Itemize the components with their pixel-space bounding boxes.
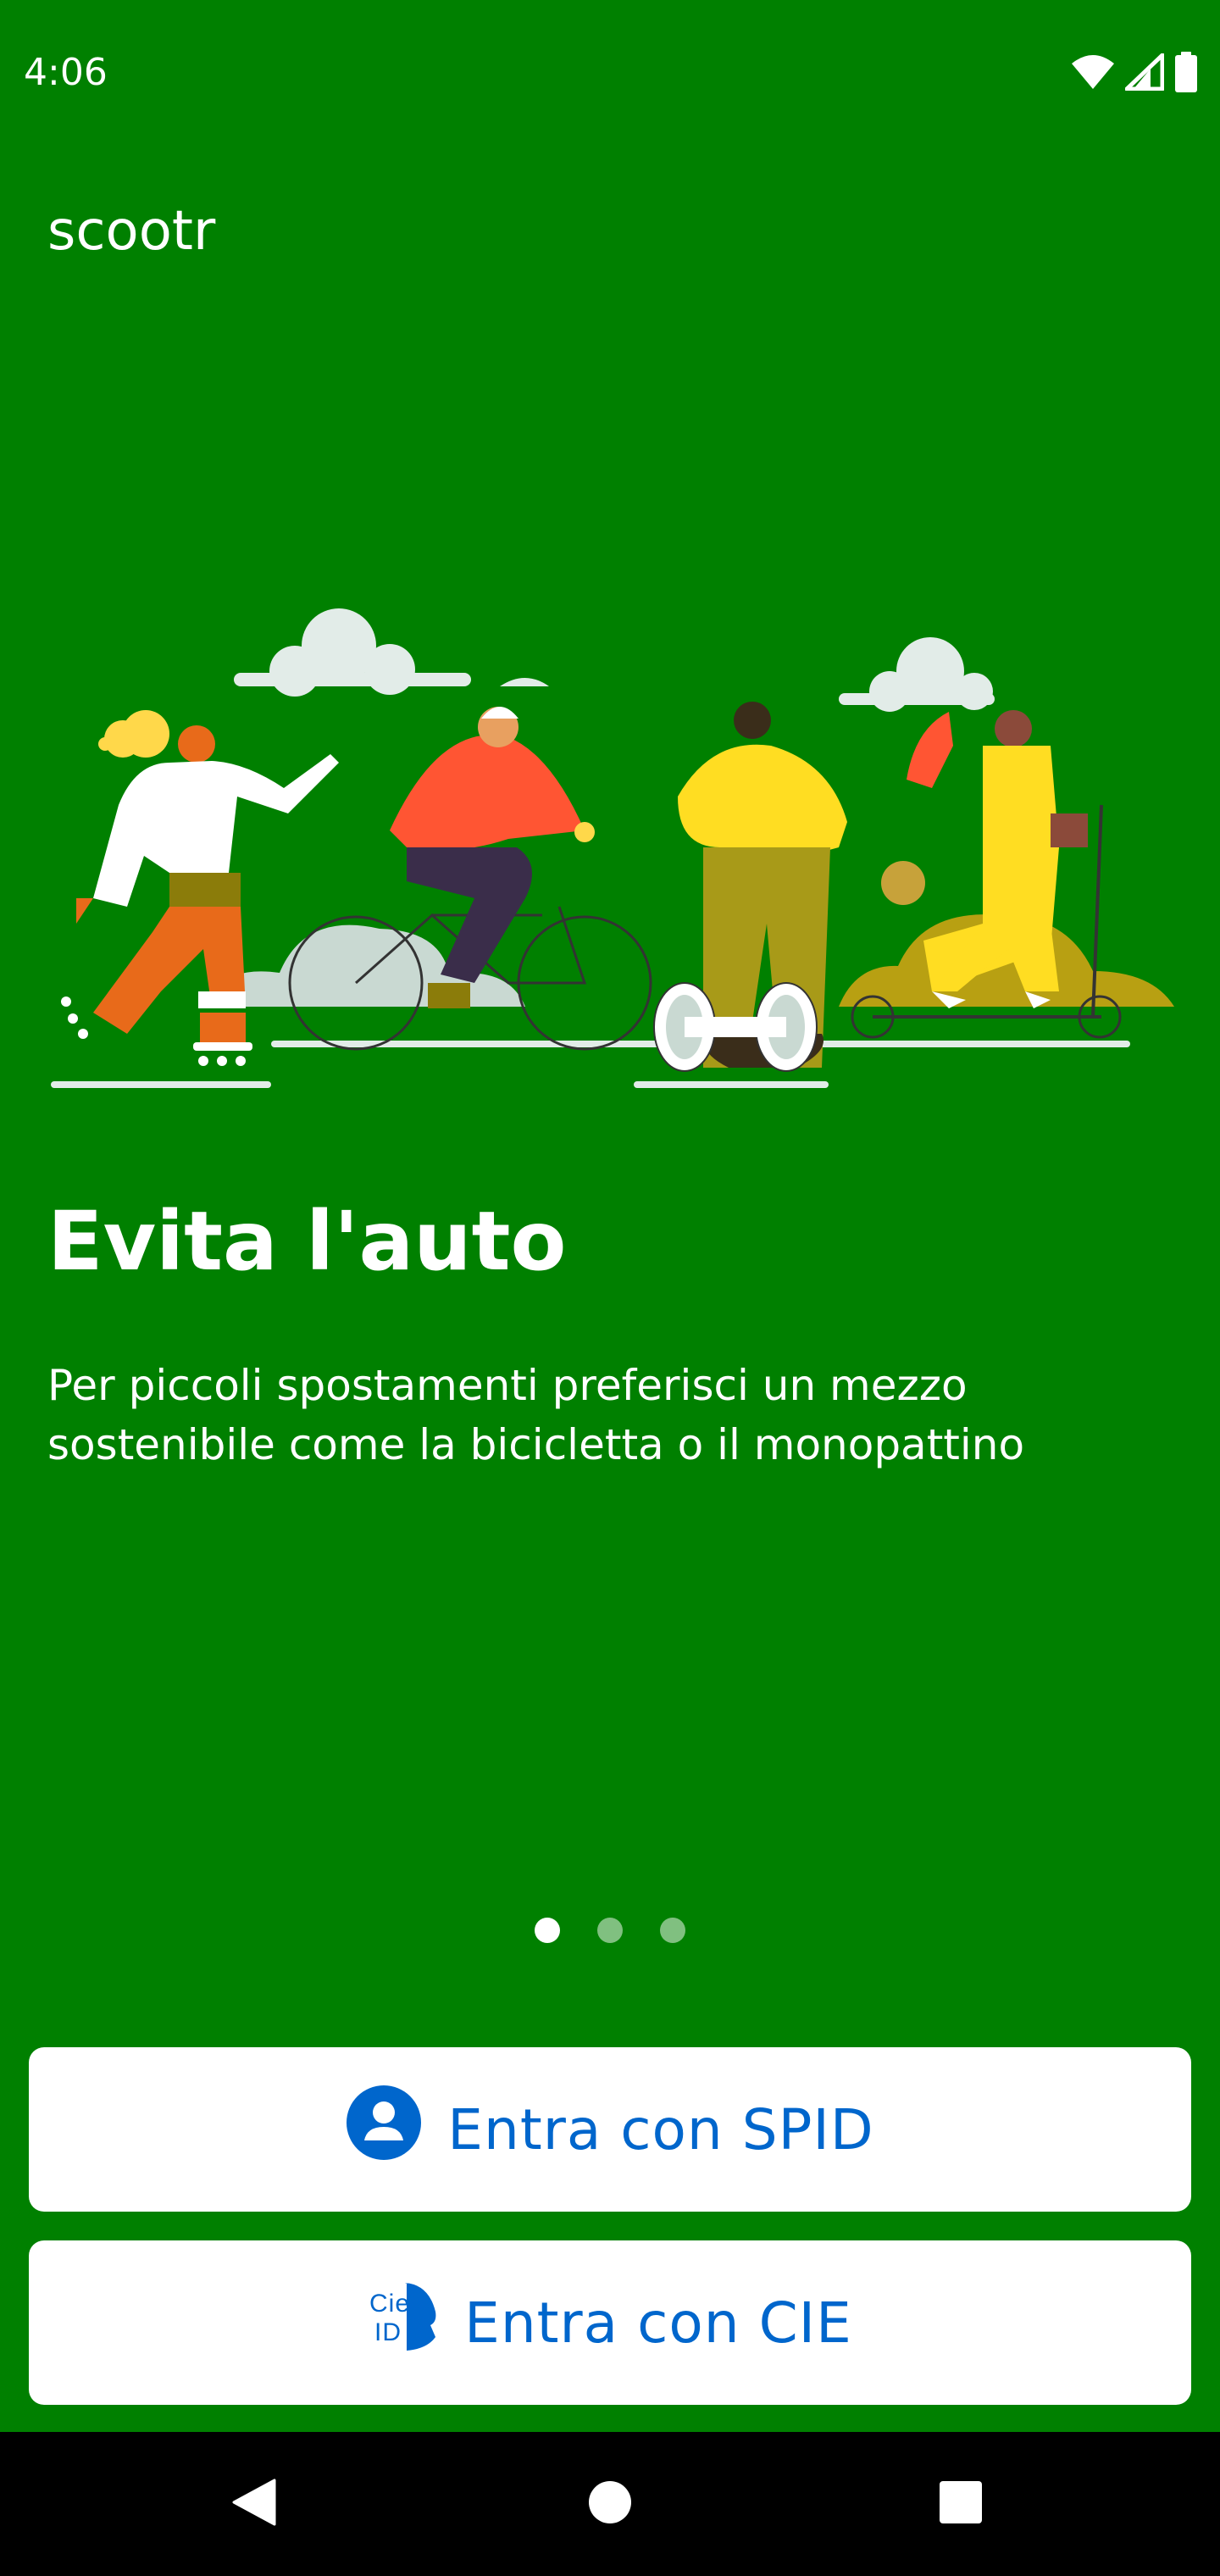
svg-text:Cie: Cie	[369, 2290, 410, 2318]
wifi-icon	[1071, 53, 1115, 91]
status-icons	[1071, 51, 1198, 93]
battery-icon	[1174, 52, 1198, 92]
user-avatar-icon	[346, 2085, 422, 2174]
nav-recents-button[interactable]	[893, 2432, 1029, 2576]
people-on-sustainable-transport-illustration	[0, 593, 1220, 1119]
page-dot-2[interactable]	[597, 1918, 623, 1943]
app-title: scootr	[47, 200, 216, 263]
back-icon	[232, 2479, 276, 2529]
slide-title: Evita l'auto	[47, 1194, 567, 1289]
recents-icon	[939, 2480, 983, 2528]
onboarding-screen: 4:06 scootr Evita l'auto Per piccoli spo…	[0, 0, 1220, 2576]
home-icon	[587, 2479, 633, 2529]
svg-text:ID: ID	[374, 2318, 402, 2346]
page-dot-1[interactable]	[535, 1918, 560, 1943]
status-bar: 4:06	[0, 0, 1220, 144]
cell-signal-icon	[1125, 53, 1164, 91]
segway-rider-figure	[653, 702, 847, 1072]
nav-home-button[interactable]	[542, 2432, 678, 2576]
cie-id-logo-icon: Cie ID	[368, 2278, 439, 2368]
navigation-bar	[0, 2432, 1220, 2576]
spid-button-label: Entra con SPID	[447, 2096, 874, 2162]
nav-back-button[interactable]	[186, 2432, 322, 2576]
cie-button-label: Entra con CIE	[464, 2290, 852, 2356]
cloud-left	[234, 608, 549, 697]
cie-login-button[interactable]: Cie ID Entra con CIE	[29, 2240, 1191, 2405]
slide-description: Per piccoli spostamenti preferisci un me…	[47, 1361, 1025, 1469]
page-dot-3[interactable]	[660, 1918, 685, 1943]
cloud-right	[839, 637, 995, 712]
spid-login-button[interactable]: Entra con SPID	[29, 2047, 1191, 2212]
status-time: 4:06	[24, 51, 108, 94]
page-indicator	[0, 1913, 1220, 1947]
